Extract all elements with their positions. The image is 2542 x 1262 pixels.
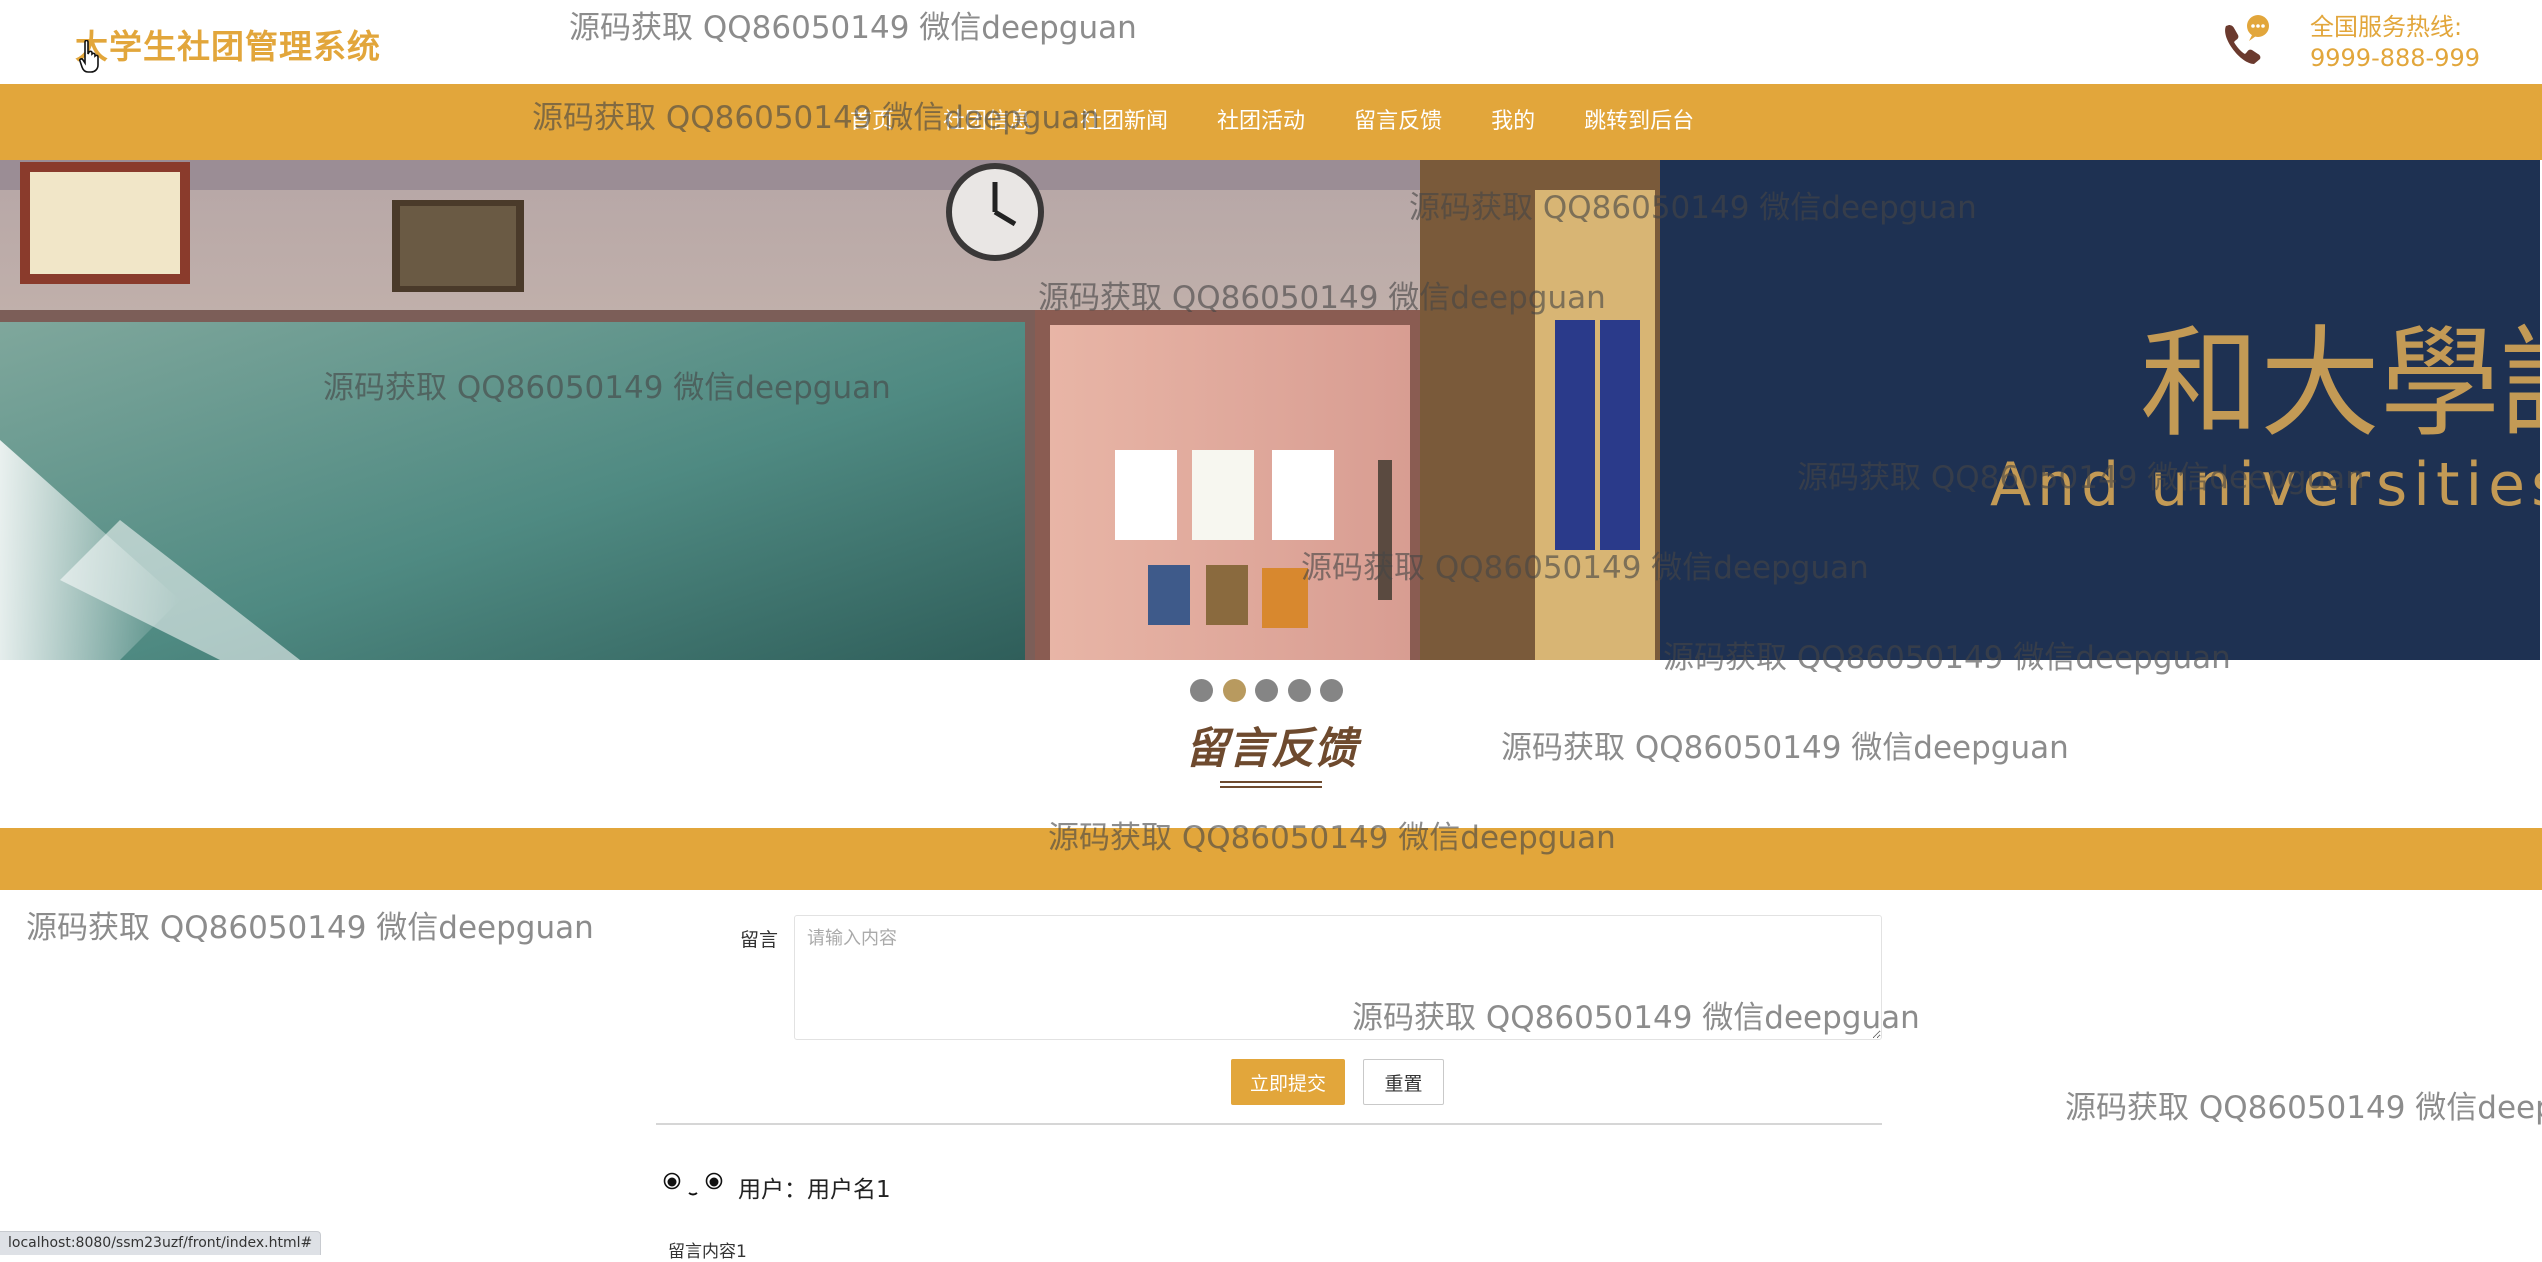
reset-button[interactable]: 重置: [1363, 1059, 1444, 1105]
banner-sign-text: 和大學說: [2140, 315, 2540, 454]
hero-banner: 和大學說 And universities to: [0, 160, 2540, 660]
carousel-dot-4[interactable]: [1287, 679, 1311, 702]
submit-button[interactable]: 立即提交: [1231, 1059, 1345, 1105]
carousel-dot-5[interactable]: [1320, 679, 1343, 702]
watermark-text: 源码获取 QQ86050149 微信deepguan: [1501, 730, 2069, 766]
top-header: 大学生社团管理系统 全国服务热线: 9999-888-999: [0, 0, 2542, 84]
section-band: [0, 828, 2542, 890]
phone-chat-icon: [2225, 15, 2269, 64]
message-textarea[interactable]: [794, 915, 1882, 1040]
carousel-dot-1[interactable]: [1190, 679, 1213, 702]
nav-item-club-news[interactable]: 社团新闻: [1080, 84, 1168, 160]
banner-sign-subtext: And universities to: [1990, 450, 2540, 520]
nav-item-club-activities[interactable]: 社团活动: [1217, 84, 1305, 160]
browser-status-url: localhost:8080/ssm23uzf/front/index.html…: [0, 1231, 322, 1255]
watermark-text: 源码获取 QQ86050149 微信deepguan: [26, 910, 594, 946]
watermark-text: 源码获取 QQ86050149 微信deepguan: [2065, 1090, 2542, 1126]
nav-item-mine[interactable]: 我的: [1491, 84, 1535, 160]
nav-item-feedback[interactable]: 留言反馈: [1354, 84, 1442, 160]
classroom-image: 和大學說 And universities to: [0, 160, 2540, 660]
title-underline: [1220, 781, 1322, 788]
nav-menu: 首页 社团信息 社团新闻 社团活动 留言反馈 我的 跳转到后台: [850, 84, 1743, 160]
section-title: 留言反馈: [1185, 724, 1357, 774]
carousel-indicators: [1190, 679, 1353, 702]
avatar-icon: [663, 1172, 723, 1196]
main-navbar: 首页 社团信息 社团新闻 社团活动 留言反馈 我的 跳转到后台: [0, 84, 2542, 160]
nav-item-home[interactable]: 首页: [850, 84, 894, 160]
form-divider: [656, 1123, 1882, 1125]
hotline-label: 全国服务热线:: [2310, 13, 2463, 41]
comment-user: 用户：用户名1: [738, 1177, 891, 1203]
nav-item-admin[interactable]: 跳转到后台: [1584, 84, 1694, 160]
hotline-number: 9999-888-999: [2310, 44, 2481, 72]
comment-content: 留言内容1: [668, 1242, 747, 1262]
nav-item-club-info[interactable]: 社团信息: [943, 84, 1031, 160]
service-hotline: 全国服务热线: 9999-888-999: [2310, 12, 2480, 74]
site-logo[interactable]: 大学生社团管理系统: [75, 20, 381, 68]
carousel-dot-2[interactable]: [1222, 679, 1246, 702]
carousel-dot-3[interactable]: [1255, 679, 1278, 702]
hand-cursor-icon: [79, 40, 99, 73]
message-label: 留言: [740, 929, 779, 951]
